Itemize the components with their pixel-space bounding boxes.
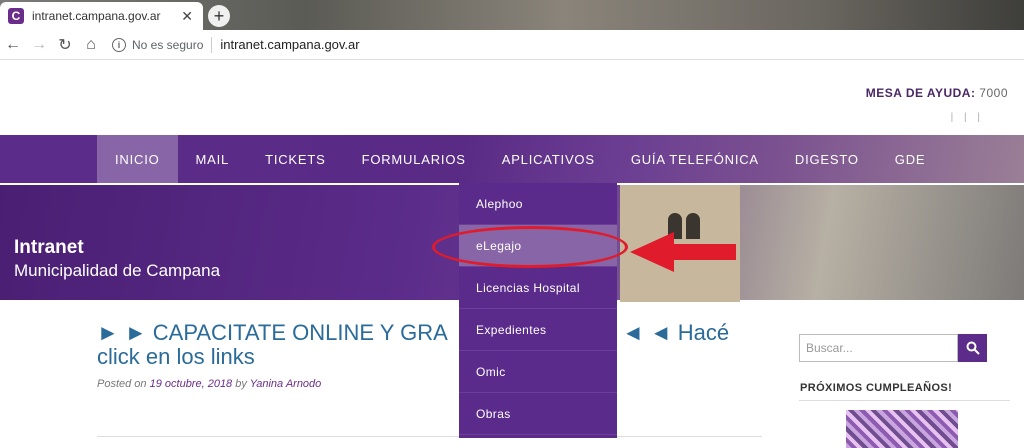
nav-item-inicio[interactable]: INICIO bbox=[97, 135, 178, 183]
dropdown-item-licencias-hospital[interactable]: Licencias Hospital bbox=[459, 267, 617, 309]
post-date-link[interactable]: 19 octubre, 2018 bbox=[150, 378, 233, 390]
dropdown-item-omic[interactable]: Omic bbox=[459, 351, 617, 393]
browser-tab[interactable]: C intranet.campana.gov.ar ✕ bbox=[0, 2, 203, 30]
post-title-part2[interactable]: ◄ ◄ Hacé bbox=[622, 320, 729, 346]
info-icon[interactable]: i bbox=[112, 37, 126, 52]
search-input[interactable]: Buscar... bbox=[799, 334, 958, 362]
annotation-ellipse bbox=[432, 226, 628, 268]
banner-subtitle: Municipalidad de Campana bbox=[14, 261, 221, 280]
security-status: No es seguro bbox=[132, 37, 204, 52]
nav-item-mail[interactable]: MAIL bbox=[178, 135, 248, 183]
help-desk-number: 7000 bbox=[979, 86, 1008, 100]
tab-close-icon[interactable]: ✕ bbox=[181, 8, 193, 25]
home-icon[interactable]: ⌂ bbox=[78, 36, 104, 54]
post-author-link[interactable]: Yanina Arnodo bbox=[250, 378, 322, 390]
url-text[interactable]: intranet.campana.gov.ar bbox=[220, 37, 359, 52]
omnibox-divider bbox=[211, 36, 213, 53]
birthday-image bbox=[846, 410, 958, 448]
post-meta: Posted on 19 octubre, 2018 by Yanina Arn… bbox=[97, 378, 321, 390]
reload-icon[interactable]: ↻ bbox=[52, 35, 78, 55]
search-icon bbox=[966, 341, 980, 355]
dropdown-item-alephoo[interactable]: Alephoo bbox=[459, 183, 617, 225]
back-arrow-icon[interactable]: ← bbox=[0, 36, 26, 54]
nav-item-guia-telefonica[interactable]: GUÍA TELEFÓNICA bbox=[613, 135, 777, 183]
posted-on-label: Posted on bbox=[97, 378, 147, 390]
help-desk-label: MESA DE AYUDA: bbox=[865, 86, 976, 100]
browser-tabstrip: C intranet.campana.gov.ar ✕ + bbox=[0, 0, 1024, 30]
aplicativos-dropdown: Alephoo eLegajo Licencias Hospital Exped… bbox=[459, 183, 617, 438]
site-favicon-icon: C bbox=[8, 8, 24, 24]
help-desk: MESA DE AYUDA: 7000 bbox=[866, 86, 1008, 100]
annotation-arrow-icon bbox=[630, 232, 736, 272]
post-divider bbox=[97, 436, 762, 437]
birthdays-title: PRÓXIMOS CUMPLEAÑOS! bbox=[800, 382, 953, 394]
dropdown-item-obras[interactable]: Obras bbox=[459, 393, 617, 435]
nav-item-tickets[interactable]: TICKETS bbox=[247, 135, 344, 183]
tab-title: intranet.campana.gov.ar bbox=[32, 9, 161, 23]
search-button[interactable] bbox=[958, 334, 987, 362]
new-tab-button[interactable]: + bbox=[208, 5, 230, 27]
forward-arrow-icon[interactable]: → bbox=[26, 36, 52, 54]
social-links[interactable]: | | | bbox=[951, 112, 984, 123]
site-header: MESA DE AYUDA: 7000 | | | bbox=[0, 60, 1024, 135]
banner-title: Intranet bbox=[14, 237, 84, 258]
nav-item-aplicativos[interactable]: APLICATIVOS bbox=[484, 135, 613, 183]
post-title-line2[interactable]: click en los links bbox=[97, 344, 255, 370]
main-nav: INICIO MAIL TICKETS FORMULARIOS APLICATI… bbox=[0, 135, 1024, 183]
nav-item-formularios[interactable]: FORMULARIOS bbox=[344, 135, 484, 183]
post-title-part1[interactable]: ► ► CAPACITATE ONLINE Y GRA bbox=[97, 320, 448, 346]
birthdays-divider bbox=[799, 400, 1010, 401]
browser-toolbar: ← → ↻ ⌂ i No es seguro intranet.campana.… bbox=[0, 30, 1024, 60]
address-bar[interactable]: i No es seguro intranet.campana.gov.ar bbox=[112, 33, 360, 57]
by-label: by bbox=[235, 378, 247, 390]
dropdown-item-expedientes[interactable]: Expedientes bbox=[459, 309, 617, 351]
nav-item-digesto[interactable]: DIGESTO bbox=[777, 135, 877, 183]
nav-item-gde[interactable]: GDE bbox=[877, 135, 944, 183]
